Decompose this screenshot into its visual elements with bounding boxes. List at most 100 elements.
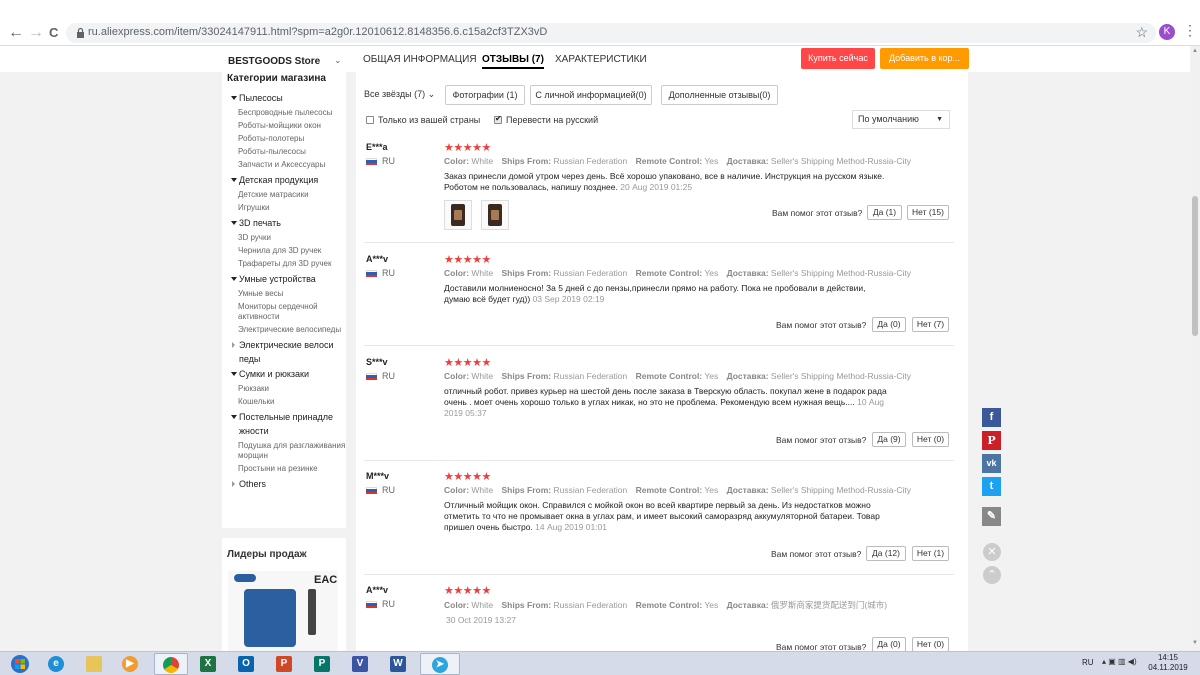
- tray-icons[interactable]: ▴ ▣ ▥ ◀): [1102, 657, 1137, 666]
- review-item: A***v RU ★★★★★ Color: White Ships From: …: [364, 254, 954, 346]
- category-ebikes[interactable]: Электрические велоси педы: [230, 338, 346, 366]
- russia-flag-icon: [366, 487, 377, 494]
- category-vacuum[interactable]: Пылесосы: [230, 91, 346, 105]
- subcategory-sheets[interactable]: Простыни на резинке: [230, 464, 346, 474]
- tab-specifications[interactable]: ХАРАКТЕРИСТИКИ: [555, 54, 647, 65]
- review-photo[interactable]: [444, 200, 472, 230]
- russia-flag-icon: [366, 601, 377, 608]
- windows-start-icon[interactable]: [6, 654, 34, 674]
- taskbar-publisher[interactable]: P: [306, 653, 340, 675]
- taskbar-outlook[interactable]: O: [230, 653, 264, 675]
- subcategory-3d-pens[interactable]: 3D ручки: [230, 233, 346, 243]
- review-attributes: Color: White Ships From: Russian Federat…: [444, 485, 911, 495]
- tab-reviews[interactable]: ОТЗЫВЫ (7): [482, 54, 544, 69]
- close-icon[interactable]: ✕: [983, 543, 1001, 561]
- taskbar-explorer[interactable]: [78, 653, 112, 675]
- subcategory-3d-stencils[interactable]: Трафареты для 3D ручек: [230, 259, 346, 269]
- subcategory-ebikes[interactable]: Электрические велосипеды: [230, 325, 346, 335]
- subcategory-scales[interactable]: Умные весы: [230, 289, 346, 299]
- review-attributes: Color: White Ships From: Russian Federat…: [444, 268, 911, 278]
- filter-personal-button[interactable]: С личной информацией(0): [530, 85, 652, 105]
- category-bedding[interactable]: Постельные принадле жности: [230, 410, 346, 438]
- store-name[interactable]: BESTGOODS Store: [228, 56, 320, 67]
- scroll-down-icon[interactable]: ▼: [1192, 640, 1198, 646]
- subcategory-parts[interactable]: Запчасти и Аксессуары: [230, 160, 346, 170]
- subcategory-3d-ink[interactable]: Чернила для 3D ручек: [230, 246, 346, 256]
- taskbar-powerpoint[interactable]: P: [268, 653, 302, 675]
- page-scrollbar[interactable]: ▲ ▼: [1190, 46, 1200, 651]
- helpful-no-button[interactable]: Нет (0): [912, 432, 949, 447]
- translate-checkbox[interactable]: [494, 114, 502, 124]
- only-country-checkbox[interactable]: [366, 116, 374, 124]
- helpful-no-button[interactable]: Нет (7): [912, 317, 949, 332]
- sort-dropdown[interactable]: По умолчанию ▼: [852, 110, 950, 129]
- filter-photos-button[interactable]: Фотографии (1): [445, 85, 525, 105]
- helpful-yes-button[interactable]: Да (12): [866, 546, 906, 561]
- subcategory-robot-vacuums[interactable]: Роботы-пылесосы: [230, 147, 346, 157]
- subcategory-heart-monitors[interactable]: Мониторы сердечной активности: [230, 302, 346, 322]
- subcategory-floor-robots[interactable]: Роботы-полотеры: [230, 134, 346, 144]
- profile-avatar[interactable]: K: [1159, 24, 1175, 40]
- bestseller-product-image[interactable]: EAC: [228, 571, 338, 655]
- helpful-no-button[interactable]: Нет (15): [907, 205, 949, 220]
- subcategory-mats[interactable]: Детские матрасики: [230, 190, 346, 200]
- subcategory-window-robots[interactable]: Роботы-мойщики окон: [230, 121, 346, 131]
- taskbar-chrome[interactable]: [154, 653, 188, 675]
- menu-kebab-icon[interactable]: ⋮: [1183, 22, 1197, 39]
- category-3d-print[interactable]: 3D печать: [230, 216, 346, 230]
- helpful-yes-button[interactable]: Да (0): [872, 317, 906, 332]
- subcategory-wallets[interactable]: Кошельки: [230, 397, 346, 407]
- review-photo[interactable]: [481, 200, 509, 230]
- forward-icon[interactable]: →: [28, 23, 44, 43]
- edit-icon[interactable]: ✎: [982, 507, 1001, 526]
- reviewer-name: S***v: [366, 357, 388, 367]
- taskbar-telegram[interactable]: ➤: [420, 653, 460, 675]
- reload-icon[interactable]: C: [49, 23, 58, 43]
- language-indicator[interactable]: RU: [1082, 658, 1094, 667]
- helpful-no-button[interactable]: Нет (1): [912, 546, 949, 561]
- add-to-cart-button[interactable]: Добавить в кор...: [880, 48, 969, 69]
- facebook-share-icon[interactable]: f: [982, 408, 1001, 427]
- helpful-yes-button[interactable]: Да (9): [872, 432, 906, 447]
- category-others[interactable]: Others: [230, 477, 346, 491]
- taskbar-word[interactable]: W: [382, 653, 416, 675]
- twitter-share-icon[interactable]: t: [982, 477, 1001, 496]
- rating-stars: ★★★★★: [444, 142, 491, 154]
- clock[interactable]: 14:15 04.11.2019: [1148, 653, 1188, 673]
- review-item: E***a RU ★★★★★ Color: White Ships From: …: [364, 142, 954, 243]
- subcategory-backpacks[interactable]: Рюкзаки: [230, 384, 346, 394]
- url-text: ru.aliexpress.com/item/33024147911.html?…: [88, 26, 548, 38]
- buy-now-button[interactable]: Купить сейчас: [801, 48, 875, 69]
- windows-taskbar: e ▶ X O P P V W ➤ RU ▴ ▣ ▥ ◀) 14:15 04.11…: [0, 651, 1200, 675]
- scroll-up-icon[interactable]: ▲: [1192, 48, 1198, 54]
- vk-share-icon[interactable]: vk: [982, 454, 1001, 473]
- subcategory-pillow[interactable]: Подушка для разглаживания морщин: [230, 441, 346, 461]
- chevron-down-icon[interactable]: ⌄: [334, 55, 342, 66]
- all-stars-dropdown[interactable]: Все звёзды (7) ⌄: [364, 85, 440, 105]
- address-bar[interactable]: ru.aliexpress.com/item/33024147911.html?…: [66, 23, 1156, 43]
- lock-icon: [77, 27, 84, 38]
- category-bags[interactable]: Сумки и рюкзаки: [230, 367, 346, 381]
- tab-general-info[interactable]: ОБЩАЯ ИНФОРМАЦИЯ: [363, 54, 477, 65]
- pinterest-share-icon[interactable]: P: [982, 431, 1001, 450]
- subcategory-toys[interactable]: Игрушки: [230, 203, 346, 213]
- scroll-top-icon[interactable]: ⌃: [983, 566, 1001, 584]
- publisher-icon: P: [314, 656, 330, 672]
- reviewer-name: A***v: [366, 254, 389, 264]
- back-icon[interactable]: ←: [8, 23, 24, 43]
- bookmark-star-icon[interactable]: ☆: [1135, 24, 1148, 41]
- subcategory-cordless[interactable]: Беспроводные пылесосы: [230, 108, 346, 118]
- category-kids[interactable]: Детская продукция: [230, 173, 346, 187]
- taskbar-visio[interactable]: V: [344, 653, 378, 675]
- helpful-no-button[interactable]: Нет (0): [912, 637, 949, 652]
- taskbar-excel[interactable]: X: [192, 653, 226, 675]
- scrollbar-thumb[interactable]: [1192, 196, 1198, 336]
- review-text: отличный робот. привез курьер на шестой …: [444, 386, 887, 418]
- helpful-yes-button[interactable]: Да (0): [872, 637, 906, 652]
- russia-flag-icon: [366, 270, 377, 277]
- helpful-yes-button[interactable]: Да (1): [867, 205, 902, 220]
- filter-extra-button[interactable]: Дополненные отзывы(0): [661, 85, 778, 105]
- category-smart[interactable]: Умные устройства: [230, 272, 346, 286]
- taskbar-media[interactable]: ▶: [114, 653, 148, 675]
- taskbar-ie[interactable]: e: [40, 653, 74, 675]
